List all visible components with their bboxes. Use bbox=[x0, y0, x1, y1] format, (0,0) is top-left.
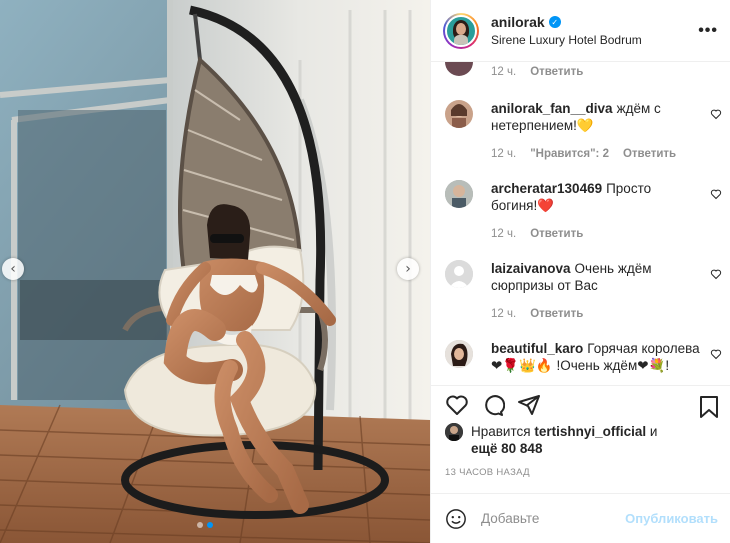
verified-badge-icon: ✓ bbox=[548, 16, 561, 28]
comment-username[interactable]: archeratar130469 bbox=[491, 181, 602, 196]
post-side-panel: anilorak ✓ Sirene Luxury Hotel Bodrum ••… bbox=[430, 0, 730, 543]
previous-photo-button[interactable]: ‹ bbox=[2, 258, 24, 280]
comment-item: 12 ч. Ответить bbox=[445, 62, 722, 81]
likes-prefix: Нравится bbox=[471, 424, 531, 439]
reply-button[interactable]: Ответить bbox=[530, 306, 583, 323]
emoji-smiley-icon[interactable] bbox=[445, 508, 467, 530]
like-comment-heart-icon[interactable] bbox=[710, 348, 722, 360]
comment-item: beautiful_karo Горячая королева ❤🌹👑🔥 !Оче… bbox=[445, 340, 722, 374]
instagram-post: ‹ › anilorak ✓ Sirene Luxury Hotel Bodru… bbox=[0, 0, 730, 543]
post-actions-bar bbox=[431, 385, 730, 423]
post-location[interactable]: Sirene Luxury Hotel Bodrum bbox=[491, 33, 642, 47]
chevron-left-icon: ‹ bbox=[10, 261, 16, 277]
post-timestamp[interactable]: 13 ЧАСОВ НАЗАД bbox=[431, 463, 730, 493]
commenter-avatar[interactable] bbox=[445, 340, 473, 368]
reply-button[interactable]: Ответить bbox=[530, 64, 583, 81]
likes-and: и bbox=[649, 424, 658, 439]
liker-username[interactable]: tertishnyi_official bbox=[534, 424, 646, 439]
add-comment-bar: Добавьте Опубликовать bbox=[431, 493, 730, 543]
author-username[interactable]: anilorak bbox=[491, 14, 545, 30]
carousel-dot-active bbox=[207, 522, 213, 528]
author-avatar[interactable] bbox=[443, 12, 479, 49]
comment-time[interactable]: 12 ч. bbox=[491, 64, 516, 81]
comment-username[interactable]: beautiful_karo bbox=[491, 341, 583, 356]
comment-input[interactable]: Добавьте bbox=[481, 511, 539, 526]
reply-button[interactable]: Ответить bbox=[623, 146, 676, 163]
commenter-avatar[interactable] bbox=[445, 100, 473, 128]
reply-button[interactable]: Ответить bbox=[530, 226, 583, 243]
next-photo-button[interactable]: › bbox=[397, 258, 419, 280]
chevron-right-icon: › bbox=[405, 261, 411, 277]
commenter-avatar[interactable] bbox=[445, 180, 473, 208]
comment-bubble-icon[interactable] bbox=[481, 393, 505, 417]
share-direct-icon[interactable] bbox=[517, 393, 541, 417]
commenter-avatar[interactable] bbox=[445, 260, 473, 288]
commenter-avatar[interactable] bbox=[445, 62, 473, 76]
like-comment-heart-icon[interactable] bbox=[710, 188, 722, 200]
likes-count-button[interactable]: ещё 80 848 bbox=[471, 441, 542, 456]
comment-likes-count[interactable]: "Нравится": 2 bbox=[530, 146, 609, 163]
comment-item: archeratar130469 Просто богиня!❤️ 12 ч. О… bbox=[445, 180, 722, 243]
comment-item: laizaivanova Очень ждём сюрпризы от Вас 1… bbox=[445, 260, 722, 323]
like-comment-heart-icon[interactable] bbox=[710, 108, 722, 120]
comment-username[interactable]: anilorak_fan__diva bbox=[491, 101, 613, 116]
liker-avatar[interactable] bbox=[445, 423, 463, 441]
save-bookmark-icon[interactable] bbox=[698, 395, 720, 419]
comment-username[interactable]: laizaivanova bbox=[491, 261, 571, 276]
carousel-dot bbox=[197, 522, 203, 528]
like-comment-heart-icon[interactable] bbox=[710, 268, 722, 280]
carousel-dots bbox=[197, 522, 213, 528]
like-heart-icon[interactable] bbox=[445, 393, 469, 417]
comment-item: anilorak_fan__diva ждём с нетерпением!💛 1… bbox=[445, 100, 722, 163]
comment-time[interactable]: 12 ч. bbox=[491, 306, 516, 323]
post-header: anilorak ✓ Sirene Luxury Hotel Bodrum ••… bbox=[431, 0, 730, 62]
publish-button[interactable]: Опубликовать bbox=[625, 511, 718, 526]
comments-list[interactable]: 12 ч. Ответить anilorak_fan__diva ждём с … bbox=[431, 62, 730, 385]
comment-time[interactable]: 12 ч. bbox=[491, 226, 516, 243]
likes-summary: Нравится tertishnyi_official и ещё 80 84… bbox=[431, 423, 730, 463]
more-options-icon[interactable]: ••• bbox=[698, 22, 718, 40]
photo-scene bbox=[0, 0, 430, 543]
comment-time[interactable]: 12 ч. bbox=[491, 146, 516, 163]
post-photo[interactable]: ‹ › bbox=[0, 0, 430, 543]
